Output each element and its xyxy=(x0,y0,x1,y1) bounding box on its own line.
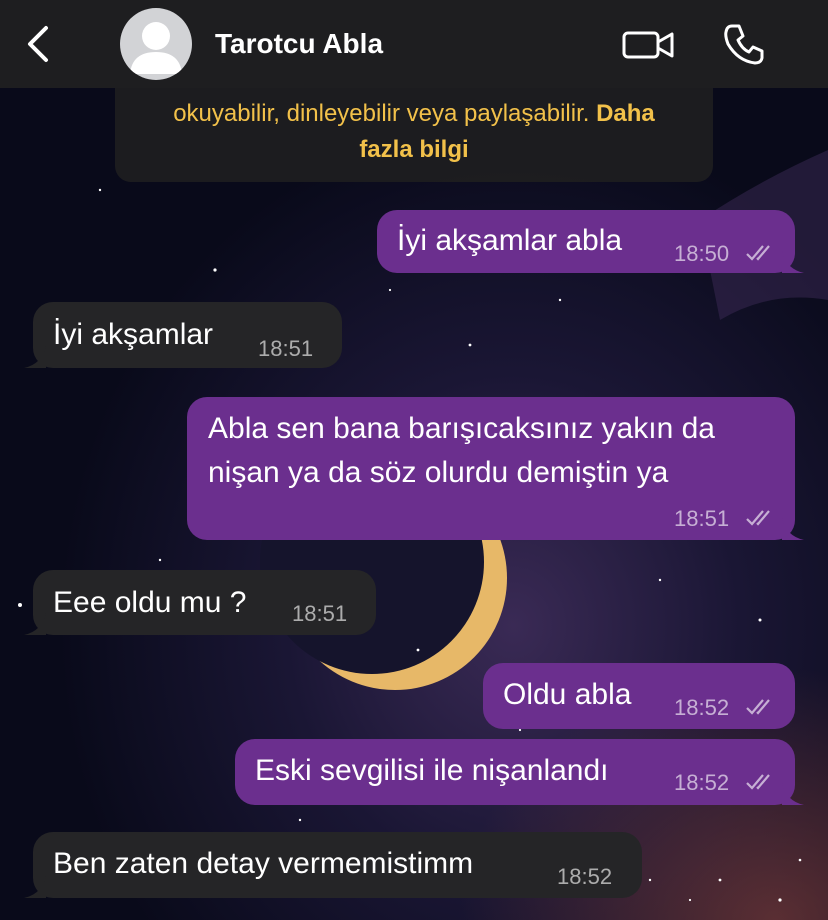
back-icon[interactable] xyxy=(22,24,56,64)
message-text: Oldu abla xyxy=(503,678,632,711)
message-time: 18:52 xyxy=(674,770,730,795)
bubble-tail xyxy=(24,346,46,368)
message-text: Abla sen bana barışıcaksınız yakın da xyxy=(208,412,715,445)
message-text: nişan ya da söz olurdu demiştin ya xyxy=(208,456,669,489)
read-receipt-icon xyxy=(746,774,770,790)
message-text: İyi akşamlar abla xyxy=(397,224,623,257)
message-text: Eee oldu mu ? xyxy=(53,586,247,619)
message-text: Eski sevgilisi ile nişanlandı xyxy=(255,754,609,787)
chat-header: Tarotcu Abla xyxy=(0,0,828,88)
message-bubble-outgoing[interactable]: Abla sen bana barışıcaksınız yakın da ni… xyxy=(187,397,804,540)
learn-more-link-2[interactable]: fazla bilgi xyxy=(359,136,468,163)
message-bubble-outgoing[interactable]: Oldu abla 18:52 xyxy=(483,663,795,729)
message-bubble-outgoing[interactable]: İyi akşamlar abla 18:50 xyxy=(377,210,804,273)
message-time: 18:50 xyxy=(674,241,730,266)
bubble-tail xyxy=(782,783,804,805)
read-receipt-icon xyxy=(746,699,770,715)
message-time: 18:52 xyxy=(674,695,730,720)
learn-more-link[interactable]: Daha xyxy=(596,100,655,127)
read-receipt-icon xyxy=(746,510,770,526)
message-bubble-outgoing[interactable]: Eski sevgilisi ile nişanlandı 18:52 xyxy=(235,739,804,805)
avatar[interactable] xyxy=(120,8,192,80)
message-text: İyi akşamlar xyxy=(53,318,214,351)
message-text: Ben zaten detay vermemistimm xyxy=(53,847,474,880)
notice-text: okuyabilir, dinleyebilir veya paylaşabil… xyxy=(173,100,590,127)
person-icon xyxy=(130,22,182,74)
bubble-tail xyxy=(782,251,804,273)
message-time: 18:51 xyxy=(258,336,314,361)
message-bubble-incoming[interactable]: İyi akşamlar 18:51 xyxy=(24,302,342,368)
phone-icon[interactable] xyxy=(720,20,768,68)
bubble-tail xyxy=(24,876,46,898)
message-bubble-incoming[interactable]: Eee oldu mu ? 18:51 xyxy=(24,570,376,635)
message-time: 18:52 xyxy=(557,864,613,889)
message-time: 18:51 xyxy=(674,506,730,531)
message-time: 18:51 xyxy=(292,601,348,626)
read-receipt-icon xyxy=(746,245,770,261)
video-call-icon[interactable] xyxy=(620,24,676,64)
contact-name[interactable]: Tarotcu Abla xyxy=(215,26,383,62)
bubble-tail xyxy=(24,613,46,635)
message-bubble-incoming[interactable]: Ben zaten detay vermemistimm 18:52 xyxy=(24,832,642,898)
bubble-tail xyxy=(782,518,804,540)
